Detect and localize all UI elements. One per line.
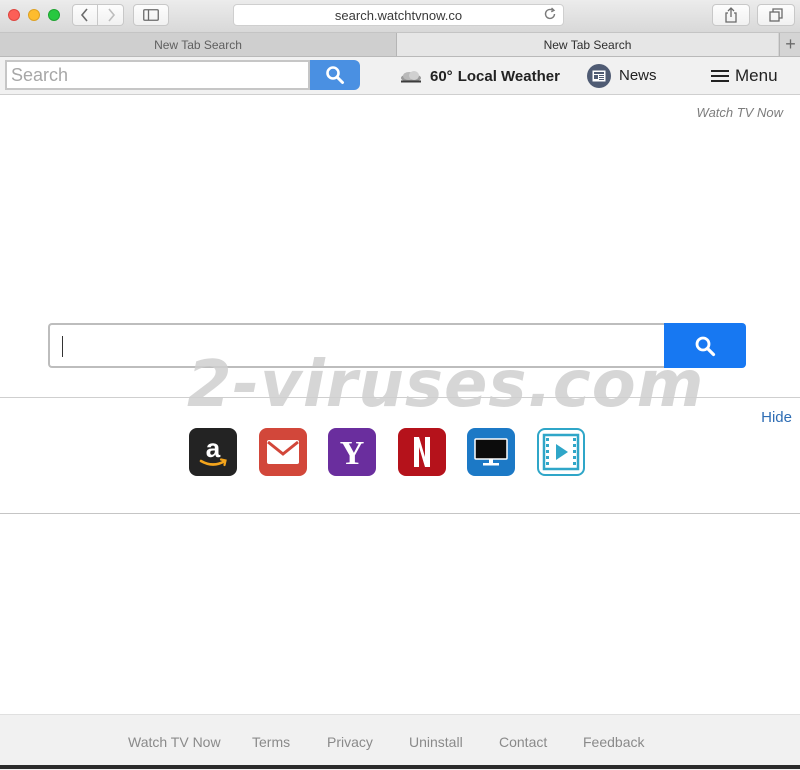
extension-toolbar: 60° Local Weather News Menu [0,57,800,95]
reload-icon[interactable] [543,7,557,21]
menu-label: Menu [735,65,778,85]
footer-link-privacy[interactable]: Privacy [327,734,373,750]
local-weather-link[interactable]: 60° Local Weather [398,65,560,87]
weather-temperature: 60° [430,67,453,85]
video-icon[interactable] [537,428,585,476]
toolbar-search-input[interactable] [5,60,310,90]
minimize-window-button[interactable] [28,9,40,21]
tab-new-tab-search-1[interactable]: New Tab Search [0,33,397,56]
share-icon [725,7,737,23]
new-tab-button[interactable]: + [779,33,800,56]
footer-link-watch-tv-now[interactable]: Watch TV Now [128,734,221,750]
window-titlebar: search.watchtvnow.co [0,0,800,33]
chevron-left-icon [80,8,88,22]
window-bottom-edge [0,765,800,769]
footer-link-uninstall[interactable]: Uninstall [409,734,463,750]
chevron-right-icon [107,8,115,22]
mail-icon[interactable] [259,428,307,476]
zoom-window-button[interactable] [48,9,60,21]
tabs-overview-icon [769,8,783,22]
hamburger-icon [711,69,729,82]
forward-button[interactable] [98,4,124,26]
footer-link-terms[interactable]: Terms [252,734,290,750]
show-all-tabs-button[interactable] [757,4,795,26]
newspaper-icon [587,63,611,88]
tab-new-tab-search-2[interactable]: New Tab Search [397,33,778,56]
quick-links: a Y [189,428,589,476]
cloud-icon [398,68,424,84]
watermark: 2-viruses.com [187,348,705,422]
search-icon [326,66,344,84]
weather-label: Local Weather [457,67,560,85]
navigation-buttons [72,4,124,26]
address-bar[interactable]: search.watchtvnow.co [233,4,564,26]
text-caret [62,336,63,357]
share-button[interactable] [712,4,750,26]
news-link[interactable]: News [587,63,657,88]
menu-button[interactable]: Menu [711,63,778,88]
sidebar-toggle-button[interactable] [133,4,169,26]
close-window-button[interactable] [8,9,20,21]
plus-icon: + [785,34,796,54]
address-url: search.watchtvnow.co [334,7,463,23]
sidebar-icon [143,9,159,21]
footer: Watch TV Now Terms Privacy Uninstall Con… [0,714,800,770]
back-button[interactable] [72,4,98,26]
amazon-icon[interactable]: a [189,428,237,476]
svg-text:a: a [206,434,221,463]
footer-link-feedback[interactable]: Feedback [583,734,644,750]
yahoo-icon[interactable]: Y [328,428,376,476]
tv-icon[interactable] [467,428,515,476]
netflix-icon[interactable] [398,428,446,476]
footer-link-contact[interactable]: Contact [499,734,547,750]
svg-text:Y: Y [340,435,365,470]
news-label: News [619,67,657,84]
hide-link[interactable]: Hide [761,409,792,426]
tab-bar: New Tab Search New Tab Search + [0,33,800,57]
toolbar-search-button[interactable] [310,60,360,90]
brand-link[interactable]: Watch TV Now [697,105,783,120]
divider [0,513,800,514]
